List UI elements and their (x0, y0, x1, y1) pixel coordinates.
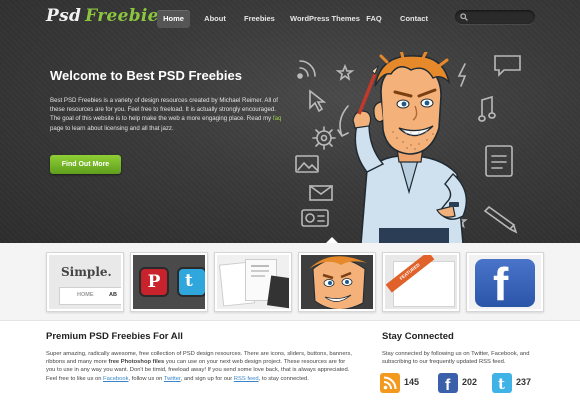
rss-feed-link[interactable]: RSS feed (234, 376, 259, 382)
pinterest-icon: P (141, 269, 167, 295)
doodle-image-icon (295, 155, 319, 173)
thumb-simple-home-tab: HOME (77, 292, 94, 298)
faq-link[interactable]: faq (273, 115, 281, 122)
premium-title: Premium PSD Freebies For All (46, 331, 183, 342)
cartoon-mascot-illustration (352, 52, 467, 243)
search-input[interactable] (471, 11, 531, 23)
hero-text-part2: page to learn about licensing and all th… (50, 124, 174, 132)
doodle-chat-icon (494, 55, 521, 77)
twitter-icon: t (179, 269, 205, 295)
nav-freebies[interactable]: Freebies (244, 10, 275, 28)
hero-banner: Psd Freebies Home About Freebies WordPres… (0, 0, 580, 243)
doodle-cursor-icon (309, 89, 327, 113)
logo-text-psd: Psd (46, 6, 82, 26)
nav-home[interactable]: Home (157, 10, 190, 28)
find-out-more-button[interactable]: Find Out More (50, 155, 121, 174)
facebook-link[interactable]: Facebook (103, 376, 128, 382)
thumb-mascot[interactable] (298, 252, 376, 312)
hero-description: Best PSD Freebies is a variety of design… (50, 96, 282, 133)
doodle-rss-icon (297, 60, 316, 79)
facebook-count: 202 (462, 377, 478, 387)
search-box (455, 10, 535, 24)
svg-text:t: t (498, 375, 505, 393)
twitter-small-icon: t (492, 373, 512, 393)
nav-faq[interactable]: FAQ (366, 10, 382, 28)
facebook-counter[interactable]: f 202 (438, 373, 477, 394)
facebook-small-icon: f (438, 373, 458, 394)
nav-about[interactable]: About (203, 10, 227, 28)
rss-counter[interactable]: 145 (380, 373, 419, 393)
premium-description: Super amazing, radically awesome, free c… (46, 350, 352, 383)
premium-text-4: , and sign up for our (180, 375, 234, 382)
doodle-radio-icon (301, 209, 329, 227)
stay-connected-title: Stay Connected (382, 331, 454, 342)
rss-count: 145 (404, 377, 420, 387)
stay-connected-description: Stay connected by following us on Twitte… (382, 351, 530, 366)
twitter-count: 237 (516, 377, 532, 387)
thumb-mascot-face-illustration (309, 256, 367, 309)
thumb-simple-about-tab: AB (109, 292, 117, 298)
twitter-counter[interactable]: t 237 (492, 373, 531, 393)
twitter-link[interactable]: Twitter (164, 376, 181, 382)
premium-text-3: , follow us on (128, 375, 164, 382)
thumb-paper-mockups[interactable] (214, 252, 292, 312)
thumb-simple-title: Simple. (61, 265, 112, 279)
svg-text:f: f (445, 377, 451, 393)
doodle-music-icon (478, 95, 496, 122)
site-logo[interactable]: Psd Freebies (46, 6, 169, 30)
doodle-clipboard-icon (485, 145, 513, 177)
nav-contact[interactable]: Contact (400, 10, 428, 28)
hero-title: Welcome to Best PSD Freebies (50, 68, 242, 83)
search-icon[interactable] (460, 13, 468, 21)
doodle-envelope-icon (309, 185, 333, 201)
thumb-simple-navigation[interactable]: Simple. HOME AB (46, 252, 124, 312)
facebook-icon: f (475, 258, 535, 309)
hero-text-part1: Best PSD Freebies is a variety of design… (50, 97, 278, 123)
thumb-featured-ribbon[interactable]: FEATURED (382, 252, 460, 312)
nav-wordpress-themes[interactable]: WordPress Themes (290, 10, 360, 28)
doodle-pencil-icon (483, 205, 518, 234)
rss-icon (380, 373, 400, 393)
doodle-gear-icon (312, 126, 336, 150)
thumb-facebook-icon[interactable]: f (466, 252, 544, 312)
thumb-social-icons[interactable]: P t (130, 252, 208, 312)
premium-text-5: , to stay connected. (258, 375, 309, 382)
premium-bold-photoshop: free Photoshop files (108, 359, 165, 366)
